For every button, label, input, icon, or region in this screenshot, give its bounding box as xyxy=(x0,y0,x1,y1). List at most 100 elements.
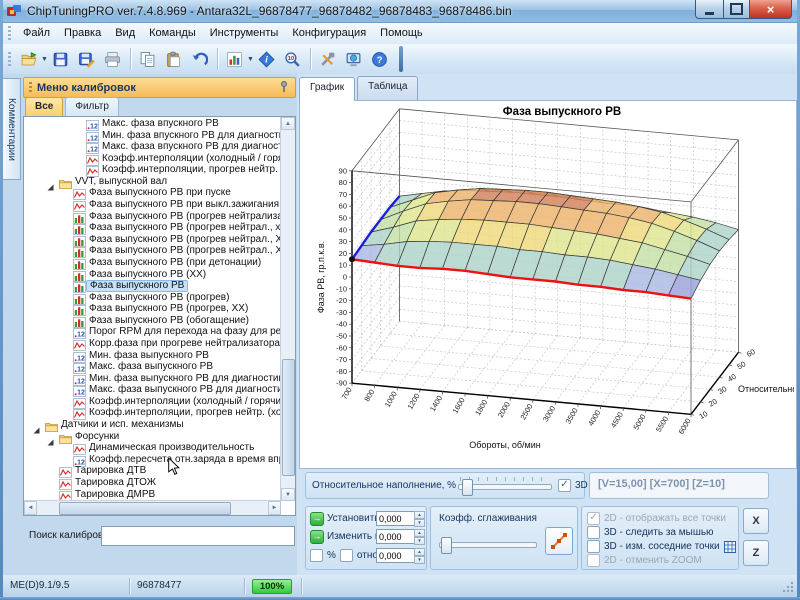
set-value-input[interactable] xyxy=(376,511,416,526)
option-checkbox-0[interactable]: ✓2D - отображать все точки xyxy=(587,512,726,525)
tree-item[interactable]: Корр.фаза при прогреве нейтрализатора xyxy=(25,338,280,350)
tree-item[interactable]: Тарировка ДТОЖ xyxy=(25,477,280,489)
toolbar-undo-button[interactable] xyxy=(188,47,212,71)
tree-item[interactable]: Фаза выпускного РВ при пуске xyxy=(25,187,280,199)
slider-thumb[interactable] xyxy=(441,537,452,554)
menu-item-1[interactable]: Правка xyxy=(57,24,108,42)
change-value-button[interactable]: → Изменить на xyxy=(310,530,386,544)
tree-vertical-scrollbar[interactable]: ▲ ▼ xyxy=(280,117,295,501)
menu-item-3[interactable]: Команды xyxy=(142,24,203,42)
tree-item[interactable]: 12Мин. фаза выпускного РВ xyxy=(25,350,280,362)
close-button[interactable]: × xyxy=(750,0,792,19)
change-value-input[interactable] xyxy=(376,529,416,544)
edit-points-button[interactable] xyxy=(545,527,573,555)
option-checkbox-1[interactable]: 3D - следить за мышью xyxy=(587,526,714,539)
tab-filter[interactable]: Фильтр xyxy=(65,97,119,116)
toolbar-zoom-scale-button[interactable]: 10 xyxy=(281,47,305,71)
tree-item[interactable]: Фаза выпускного РВ (прогрев нейтрал., хо… xyxy=(25,222,280,234)
tree-item[interactable]: Фаза выпускного РВ (при детонации) xyxy=(25,257,280,269)
toolbar-save-as-button[interactable] xyxy=(75,47,99,71)
tree-item[interactable]: Коэфф.интерполяции, прогрев нейтр. (холо… xyxy=(25,407,280,419)
minimize-button[interactable] xyxy=(695,0,724,19)
toolbar-save-button[interactable] xyxy=(49,47,73,71)
tree-item[interactable]: Коэфф.интерполяции (холодный / горячий ) xyxy=(25,153,280,165)
tree-item[interactable]: 12Порог RPM для перехода на фазу для реж… xyxy=(25,326,280,338)
vertical-scroll-thumb[interactable] xyxy=(282,359,295,476)
option-checkbox-3[interactable]: 2D - отменить ZOOM xyxy=(587,554,702,567)
fill-slider[interactable] xyxy=(458,475,552,497)
comments-side-tab[interactable]: Комментарии xyxy=(3,78,21,180)
scroll-up-icon[interactable]: ▲ xyxy=(281,117,295,130)
tree-item[interactable]: 12Макс. фаза впускного РВ xyxy=(25,118,280,130)
tab-graph[interactable]: График xyxy=(299,77,355,101)
tree-item[interactable]: 12Мин. фаза выпускного РВ для диагностик… xyxy=(25,373,280,385)
menu-item-5[interactable]: Конфигурация xyxy=(285,24,373,42)
tree-item[interactable]: Фаза выпускного РВ (прогрев нейтрал., ХХ… xyxy=(25,245,280,257)
tree-item[interactable]: Фаза выпускного РВ (прогрев, ХХ) xyxy=(25,303,280,315)
surface-chart[interactable]: -90-80-70-60-50-40-30-20-100102030405060… xyxy=(299,100,797,469)
tree-item[interactable]: Фаза выпускного РВ (прогрев нейтрализато… xyxy=(25,211,280,223)
tree-item[interactable]: VVT, выпускной вал xyxy=(25,176,280,188)
toolbar-chart-view-button[interactable] xyxy=(223,47,247,71)
tree-item[interactable]: Фаза выпускного РВ (прогрев нейтрал., ХХ… xyxy=(25,234,280,246)
horizontal-scroll-thumb[interactable] xyxy=(59,502,231,515)
maximize-button[interactable] xyxy=(724,0,750,19)
menu-item-2[interactable]: Вид xyxy=(108,24,142,42)
calibration-search-input[interactable] xyxy=(101,526,295,546)
toolbar-print-button[interactable] xyxy=(101,47,125,71)
checkbox-box[interactable] xyxy=(587,554,600,567)
toolbar-paste-button[interactable] xyxy=(162,47,186,71)
relative-value-input[interactable] xyxy=(376,548,416,563)
relative-checkbox-box[interactable] xyxy=(340,549,353,562)
tree-item[interactable]: 12Мин. фаза впускного РВ для диагностики xyxy=(25,130,280,142)
toolbar-help-button[interactable]: ? xyxy=(368,47,392,71)
tree-item[interactable]: 12Макс. фаза впускного РВ для диагностик… xyxy=(25,141,280,153)
tree-item[interactable]: Фаза выпускного РВ при выкл.зажигания xyxy=(25,199,280,211)
change-value-spinner[interactable]: ▲▼ xyxy=(414,529,425,544)
checkbox-box[interactable]: ✓ xyxy=(587,512,600,525)
tree-item[interactable]: Динамическая производительность xyxy=(25,442,280,454)
toolbar-online-update-button[interactable] xyxy=(342,47,366,71)
tree-item[interactable]: Коэфф.интерполяции, прогрев нейтр. (холо… xyxy=(25,164,280,176)
tree-item[interactable]: Форсунки xyxy=(25,431,280,443)
set-value-spinner[interactable]: ▲▼ xyxy=(414,511,425,526)
checkbox-box[interactable] xyxy=(587,540,600,553)
percent-checkbox[interactable]: % xyxy=(310,549,336,562)
tree-item[interactable]: Фаза выпускного РВ (ХХ) xyxy=(25,269,280,281)
3d-checkbox-box[interactable]: ✓ xyxy=(558,479,571,492)
chart-view-dropdown-icon[interactable]: ▼ xyxy=(247,56,254,63)
tree-item[interactable]: Тарировка ДМРВ xyxy=(25,489,280,501)
slider-groove[interactable] xyxy=(439,542,537,548)
relative-value-spinner[interactable]: ▲▼ xyxy=(414,548,425,563)
scroll-right-icon[interactable]: ► xyxy=(268,501,281,515)
tree-item[interactable]: Коэфф.интерполяции (холодный / горячий ) xyxy=(25,396,280,408)
menu-item-6[interactable]: Помощь xyxy=(373,24,430,42)
tree-item[interactable]: Фаза выпускного РВ (прогрев) xyxy=(25,292,280,304)
slider-thumb[interactable] xyxy=(462,479,473,496)
pin-icon[interactable] xyxy=(277,80,291,94)
3d-checkbox[interactable]: ✓ 3D xyxy=(558,479,588,492)
tree-expander-icon[interactable] xyxy=(47,178,54,185)
toolbar-info-button[interactable]: i xyxy=(255,47,279,71)
z-axis-button[interactable]: Z xyxy=(743,540,769,566)
tree-item[interactable]: 12Макс. фаза выпускного РВ xyxy=(25,361,280,373)
toolbar-tools-button[interactable] xyxy=(316,47,340,71)
tree-item[interactable]: Фаза выпускного РВ (обогащение) xyxy=(25,315,280,327)
tree-horizontal-scrollbar[interactable]: ◄ ► xyxy=(24,500,281,515)
scroll-down-icon[interactable]: ▼ xyxy=(281,488,295,501)
tree-item[interactable]: Тарировка ДТВ xyxy=(25,465,280,477)
toolbar-copy-button[interactable] xyxy=(136,47,160,71)
tree-item-selected[interactable]: Фаза выпускного РВ xyxy=(25,280,280,292)
tree-expander-icon[interactable] xyxy=(33,421,40,428)
smoothing-slider[interactable] xyxy=(439,533,537,555)
tree-item[interactable]: 12Макс. фаза выпускного РВ для диагности… xyxy=(25,384,280,396)
resize-grip[interactable] xyxy=(781,578,795,594)
tree-expander-icon[interactable] xyxy=(47,433,54,440)
tree-item[interactable]: 12Коэфф.пересчета отн.заряда в время впр… xyxy=(25,454,280,466)
toolbar-open-file-button[interactable] xyxy=(17,47,41,71)
tab-all[interactable]: Все xyxy=(25,97,63,116)
tree-item[interactable]: Датчики и исп. механизмы xyxy=(25,419,280,431)
menu-item-0[interactable]: Файл xyxy=(16,24,57,42)
open-file-dropdown-icon[interactable]: ▼ xyxy=(41,56,48,63)
tab-table[interactable]: Таблица xyxy=(357,76,418,100)
